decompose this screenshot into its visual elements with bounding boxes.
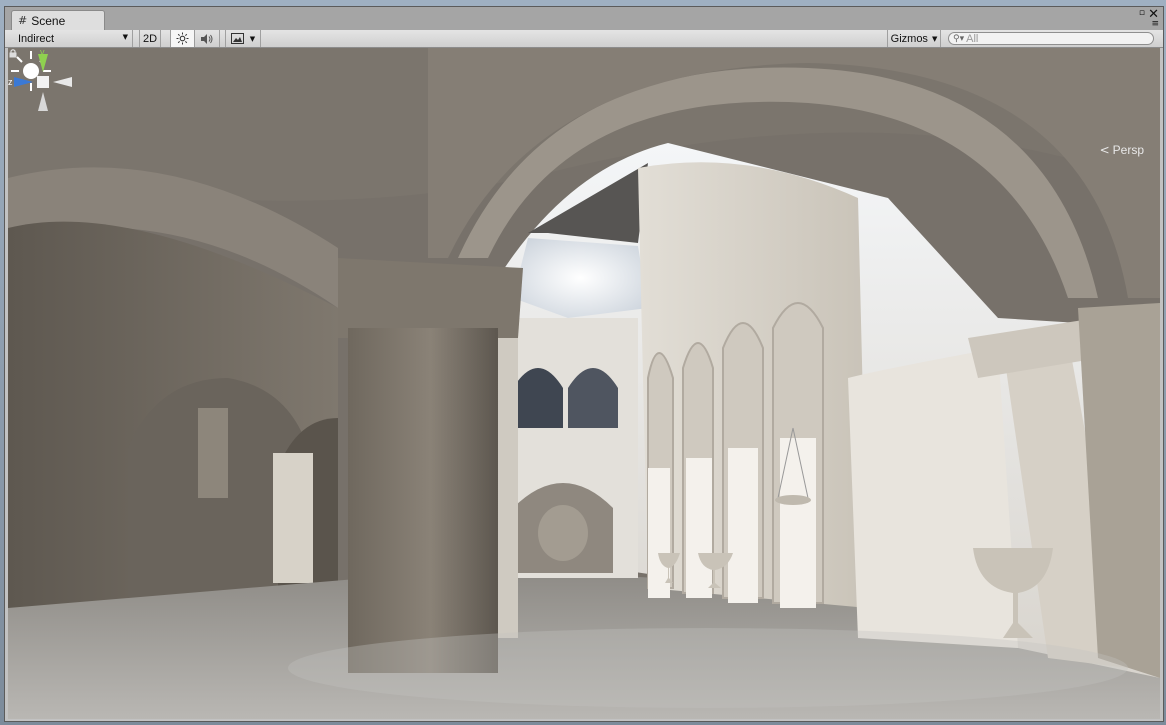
dropdown-arrow-icon: ▼ bbox=[931, 34, 938, 43]
lighting-toggle-button[interactable] bbox=[170, 30, 195, 47]
search-icon: ⚲▾ bbox=[953, 33, 965, 44]
grid-icon: # bbox=[18, 14, 28, 27]
gizmo-center-cube[interactable] bbox=[37, 76, 49, 88]
maximize-icon[interactable]: ▫ bbox=[1139, 8, 1145, 18]
projection-label: Persp bbox=[1112, 143, 1144, 157]
tab-scene[interactable]: # Scene bbox=[11, 10, 105, 30]
projection-toggle[interactable]: < Persp bbox=[1100, 143, 1144, 157]
axis-z-cone[interactable] bbox=[14, 77, 33, 87]
gizmos-dropdown[interactable]: Gizmos ▼ bbox=[887, 30, 941, 47]
search-input[interactable] bbox=[966, 32, 1147, 45]
axis-x-cone[interactable] bbox=[53, 77, 72, 87]
audio-toggle-button[interactable] bbox=[195, 30, 220, 47]
toggle-2d-button[interactable]: 2D bbox=[139, 30, 161, 47]
axis-neg-y-cone[interactable] bbox=[38, 92, 48, 111]
render-mode-dropdown[interactable]: Indirect ▼ bbox=[11, 30, 133, 47]
window-controls: ▫ ✕ ≡ bbox=[1137, 7, 1159, 30]
render-mode-value: Indirect bbox=[18, 32, 55, 45]
dropdown-arrow-icon: ▼ bbox=[249, 34, 256, 43]
tab-scene-label: Scene bbox=[31, 13, 66, 28]
image-icon bbox=[230, 33, 244, 44]
scene-window: # Scene ▫ ✕ ≡ Indirect ▼ 2D ▼ Gizmos ▼ ⚲… bbox=[4, 6, 1164, 722]
tab-strip: # Scene ▫ ✕ ≡ bbox=[5, 7, 1163, 31]
gizmos-label: Gizmos bbox=[890, 32, 928, 45]
panel-menu-icon[interactable]: ≡ bbox=[1151, 19, 1159, 29]
scene-viewport[interactable]: y z < Persp bbox=[8, 48, 1160, 719]
toggle-2d-label: 2D bbox=[142, 32, 158, 45]
scene-toolbar: Indirect ▼ 2D ▼ Gizmos ▼ ⚲▾ All bbox=[5, 30, 1163, 48]
dropdown-arrow-icon: ▼ bbox=[122, 33, 128, 41]
scene-render bbox=[8, 48, 1160, 719]
axis-y-label: y bbox=[40, 48, 45, 57]
speaker-icon bbox=[201, 33, 213, 44]
search-field[interactable]: ⚲▾ bbox=[948, 32, 1154, 45]
axis-z-label: z bbox=[8, 77, 13, 87]
orientation-gizmo[interactable]: y z bbox=[8, 48, 78, 120]
effects-dropdown-button[interactable]: ▼ bbox=[225, 30, 261, 47]
chevron-left-icon: < bbox=[1099, 143, 1110, 157]
sun-icon bbox=[176, 32, 189, 45]
